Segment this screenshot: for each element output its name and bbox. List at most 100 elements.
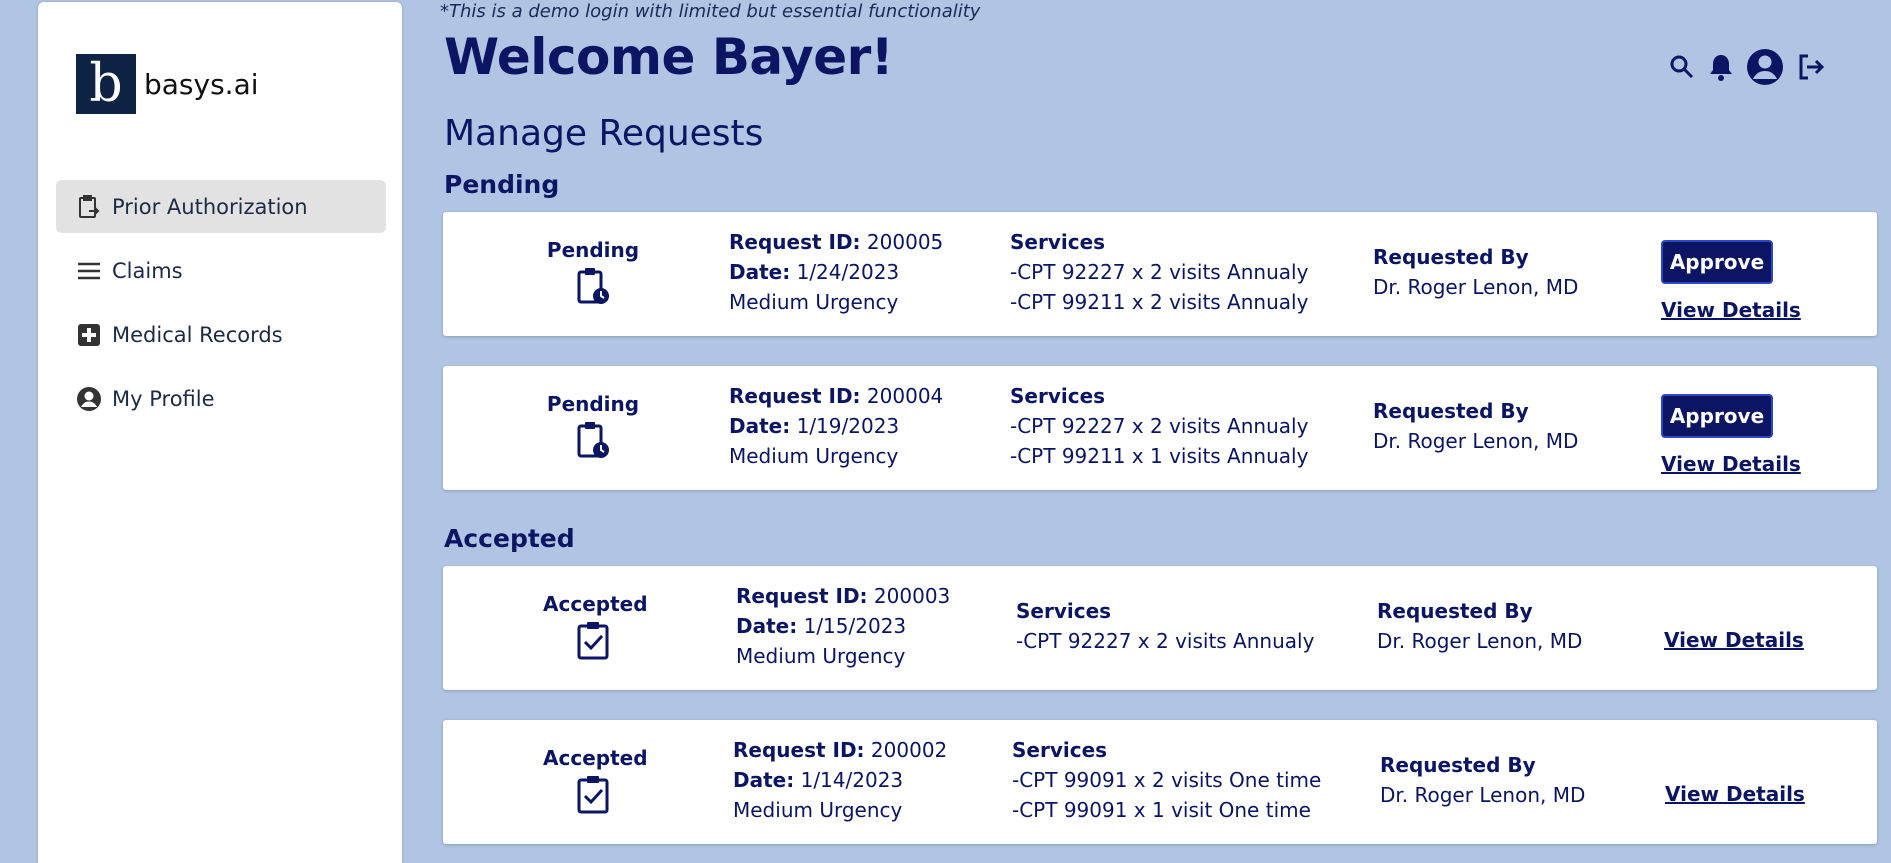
search-icon[interactable] — [1668, 53, 1696, 81]
requested-by: Dr. Roger Lenon, MD — [1373, 275, 1579, 299]
services-block: Services -CPT 92227 x 2 visits Annualy -… — [1010, 227, 1308, 317]
requested-by-block: Requested By Dr. Roger Lenon, MD — [1377, 596, 1582, 656]
service-item: -CPT 99091 x 1 visit One time — [1012, 798, 1311, 822]
section-title: Manage Requests — [444, 113, 764, 154]
date-label: Date: — [729, 414, 791, 438]
status-block: Accepted — [543, 592, 648, 660]
service-item: -CPT 99091 x 2 visits One time — [1012, 768, 1322, 792]
view-details-link[interactable]: View Details — [1661, 298, 1801, 322]
logout-icon[interactable] — [1796, 52, 1826, 82]
clipboard-transfer-icon — [76, 194, 102, 220]
sidebar-item-label: My Profile — [112, 386, 215, 411]
request-id: 200004 — [866, 384, 944, 408]
service-item: -CPT 99211 x 2 visits Annualy — [1010, 290, 1309, 314]
request-date: 1/15/2023 — [803, 614, 907, 638]
clipboard-clock-icon — [543, 420, 643, 460]
requested-by: Dr. Roger Lenon, MD — [1377, 629, 1583, 653]
services-label: Services — [1012, 738, 1108, 762]
view-details-link[interactable]: View Details — [1664, 628, 1804, 652]
sidebar-item-my-profile[interactable]: My Profile — [56, 372, 386, 425]
status-block: Accepted — [543, 746, 648, 814]
request-id-label: Request ID: — [729, 384, 861, 408]
services-label: Services — [1016, 599, 1112, 623]
services-label: Services — [1010, 230, 1106, 254]
clipboard-check-icon — [543, 620, 643, 660]
services-label: Services — [1010, 384, 1106, 408]
request-info: Request ID: 200002 Date: 1/14/2023 Mediu… — [733, 735, 947, 825]
request-card: Pending Request ID: 200004 Date: 1/19/20… — [443, 366, 1877, 490]
medical-plus-icon — [76, 322, 102, 348]
request-id-label: Request ID: — [736, 584, 868, 608]
request-date: 1/24/2023 — [796, 260, 900, 284]
sidebar-item-label: Claims — [112, 258, 183, 283]
urgency: Medium Urgency — [733, 798, 903, 822]
menu-lines-icon — [76, 258, 102, 284]
request-id: 200002 — [870, 738, 948, 762]
urgency: Medium Urgency — [736, 644, 906, 668]
sidebar-nav: Prior Authorization Claims Medical Recor… — [56, 180, 386, 436]
logo-mark: b — [76, 54, 136, 114]
logo[interactable]: b basys.ai — [76, 54, 259, 114]
accepted-group-title: Accepted — [444, 524, 575, 553]
request-id-label: Request ID: — [733, 738, 865, 762]
requested-by: Dr. Roger Lenon, MD — [1380, 783, 1586, 807]
view-details-link[interactable]: View Details — [1661, 452, 1801, 476]
date-label: Date: — [729, 260, 791, 284]
clipboard-check-icon — [543, 774, 643, 814]
status-block: Pending — [543, 238, 643, 306]
status-label: Pending — [546, 392, 640, 416]
requested-by-block: Requested By Dr. Roger Lenon, MD — [1380, 750, 1585, 810]
status-label: Accepted — [543, 746, 648, 770]
view-details-link[interactable]: View Details — [1665, 782, 1805, 806]
requested-by-label: Requested By — [1373, 245, 1529, 269]
date-label: Date: — [733, 768, 795, 792]
approve-button[interactable]: Approve — [1661, 394, 1773, 438]
logo-text: basys.ai — [144, 67, 259, 101]
request-info: Request ID: 200004 Date: 1/19/2023 Mediu… — [729, 381, 943, 471]
services-block: Services -CPT 92227 x 2 visits Annualy -… — [1010, 381, 1308, 471]
page-title: Welcome Bayer! — [444, 28, 894, 86]
requested-by-label: Requested By — [1373, 399, 1529, 423]
request-card: Accepted Request ID: 200002 Date: 1/14/2… — [443, 720, 1877, 844]
account-circle-icon[interactable] — [1746, 48, 1784, 86]
requested-by-label: Requested By — [1377, 599, 1533, 623]
header-toolbar — [1668, 48, 1838, 86]
request-id: 200005 — [866, 230, 944, 254]
request-date: 1/14/2023 — [800, 768, 904, 792]
request-id-label: Request ID: — [729, 230, 861, 254]
pending-group-title: Pending — [444, 170, 560, 199]
request-card: Pending Request ID: 200005 Date: 1/24/20… — [443, 212, 1877, 336]
status-block: Pending — [543, 392, 643, 460]
sidebar-item-label: Medical Records — [112, 322, 283, 347]
request-date: 1/19/2023 — [796, 414, 900, 438]
services-block: Services -CPT 92227 x 2 visits Annualy — [1016, 596, 1314, 656]
request-info: Request ID: 200003 Date: 1/15/2023 Mediu… — [736, 581, 950, 671]
account-circle-icon — [76, 386, 102, 412]
status-label: Accepted — [543, 592, 648, 616]
request-info: Request ID: 200005 Date: 1/24/2023 Mediu… — [729, 227, 943, 317]
requested-by-block: Requested By Dr. Roger Lenon, MD — [1373, 242, 1578, 302]
sidebar-item-claims[interactable]: Claims — [56, 244, 386, 297]
service-item: -CPT 92227 x 2 visits Annualy — [1016, 629, 1315, 653]
requested-by-label: Requested By — [1380, 753, 1536, 777]
sidebar-item-prior-authorization[interactable]: Prior Authorization — [56, 180, 386, 233]
requested-by: Dr. Roger Lenon, MD — [1373, 429, 1579, 453]
service-item: -CPT 92227 x 2 visits Annualy — [1010, 414, 1309, 438]
service-item: -CPT 99211 x 1 visits Annualy — [1010, 444, 1309, 468]
clipboard-clock-icon — [543, 266, 643, 306]
urgency: Medium Urgency — [729, 290, 899, 314]
sidebar: b basys.ai Prior Authorization Claims Me… — [38, 2, 402, 863]
approve-button[interactable]: Approve — [1661, 240, 1773, 284]
services-block: Services -CPT 99091 x 2 visits One time … — [1012, 735, 1321, 825]
urgency: Medium Urgency — [729, 444, 899, 468]
requested-by-block: Requested By Dr. Roger Lenon, MD — [1373, 396, 1578, 456]
sidebar-item-medical-records[interactable]: Medical Records — [56, 308, 386, 361]
date-label: Date: — [736, 614, 798, 638]
sidebar-item-label: Prior Authorization — [112, 194, 308, 219]
request-id: 200003 — [873, 584, 951, 608]
bell-icon[interactable] — [1708, 52, 1734, 82]
demo-note: *This is a demo login with limited but e… — [440, 1, 981, 22]
status-label: Pending — [546, 238, 640, 262]
service-item: -CPT 92227 x 2 visits Annualy — [1010, 260, 1309, 284]
request-card: Accepted Request ID: 200003 Date: 1/15/2… — [443, 566, 1877, 690]
